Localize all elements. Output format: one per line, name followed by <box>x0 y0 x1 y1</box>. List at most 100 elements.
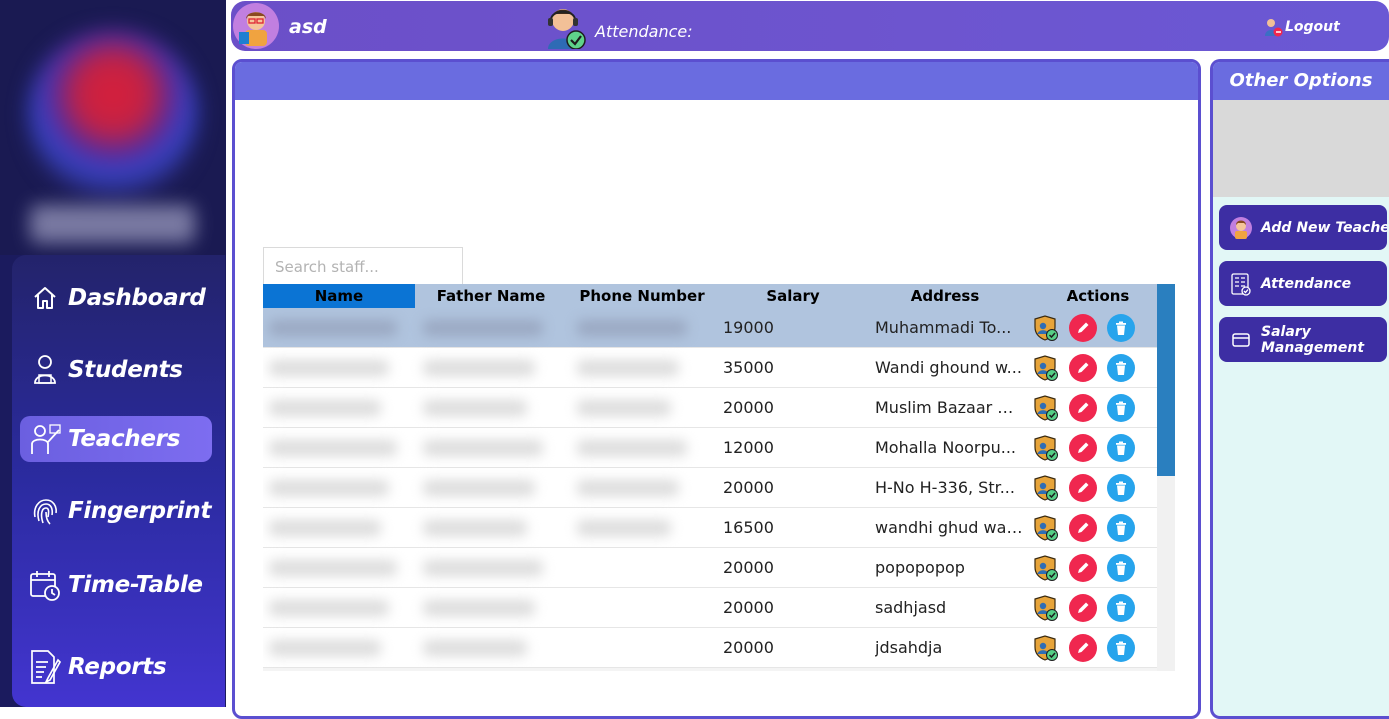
table-row[interactable]: 12000 Mohalla Noorpu... <box>263 428 1157 468</box>
sidebar-item-fingerprint[interactable]: Fingerprint <box>20 488 212 534</box>
table-row[interactable]: 20000 Muslim Bazaar N... <box>263 388 1157 428</box>
cell-salary: 20000 <box>723 598 774 617</box>
row-actions <box>1031 428 1145 468</box>
shield-user-icon <box>1034 395 1058 421</box>
row-actions <box>1031 388 1145 428</box>
column-header-phone[interactable]: Phone Number <box>567 284 717 308</box>
shield-user-icon <box>1034 355 1058 381</box>
trash-icon <box>1116 641 1126 655</box>
edit-button[interactable] <box>1069 514 1097 542</box>
pencil-icon <box>1078 362 1089 373</box>
sidebar-item-dashboard[interactable]: Dashboard <box>20 275 212 321</box>
table-scrollbar[interactable] <box>1157 284 1175 671</box>
delete-button[interactable] <box>1107 554 1135 582</box>
sidebar-item-students[interactable]: Students <box>20 347 212 393</box>
edit-button[interactable] <box>1069 554 1097 582</box>
delete-button[interactable] <box>1107 434 1135 462</box>
view-details-button[interactable] <box>1031 434 1059 462</box>
table-row[interactable]: 20000 H-No H-336, Str... <box>263 468 1157 508</box>
cell-name-redacted <box>269 520 381 536</box>
table-row[interactable]: 19000 Muhammadi To... <box>263 308 1157 348</box>
sidebar: Dashboard Students Teachers Fingerprint … <box>0 0 226 707</box>
column-header-address[interactable]: Address <box>875 284 1015 308</box>
edit-button[interactable] <box>1069 354 1097 382</box>
sidebar-nav: Dashboard Students Teachers Fingerprint … <box>12 255 225 707</box>
cell-father-name-redacted <box>423 400 527 416</box>
shield-user-icon <box>1034 315 1058 341</box>
edit-button[interactable] <box>1069 314 1097 342</box>
table-row[interactable]: 20000 popopopop <box>263 548 1157 588</box>
cell-father-name-redacted <box>423 560 543 576</box>
salary-management-button[interactable]: Salary Management <box>1219 317 1387 362</box>
student-icon <box>26 351 64 389</box>
trash-icon <box>1116 521 1126 535</box>
delete-button[interactable] <box>1107 514 1135 542</box>
cell-phone-redacted <box>577 360 679 376</box>
table-row[interactable]: 20000 sadhjasd <box>263 588 1157 628</box>
attendance-button[interactable]: Attendance <box>1219 261 1387 306</box>
row-actions <box>1031 508 1145 548</box>
table-row[interactable]: 16500 wandhi ghud wal... <box>263 508 1157 548</box>
edit-button[interactable] <box>1069 594 1097 622</box>
delete-button[interactable] <box>1107 314 1135 342</box>
delete-button[interactable] <box>1107 594 1135 622</box>
edit-button[interactable] <box>1069 394 1097 422</box>
staff-table: Name Father Name Phone Number Salary Add… <box>263 284 1175 671</box>
delete-button[interactable] <box>1107 354 1135 382</box>
sidebar-item-reports[interactable]: Reports <box>20 644 212 690</box>
search-staff-input[interactable] <box>263 247 463 287</box>
view-details-button[interactable] <box>1031 634 1059 662</box>
fingerprint-icon <box>26 492 64 530</box>
trash-icon <box>1116 361 1126 375</box>
column-header-name[interactable]: Name <box>263 284 415 308</box>
view-details-button[interactable] <box>1031 594 1059 622</box>
column-header-salary[interactable]: Salary <box>733 284 853 308</box>
cell-name-redacted <box>269 600 389 616</box>
delete-button[interactable] <box>1107 634 1135 662</box>
sidebar-item-time-table[interactable]: Time-Table <box>20 562 212 608</box>
view-details-button[interactable] <box>1031 474 1059 502</box>
logout-button[interactable]: Logout <box>1263 17 1340 37</box>
cell-address: H-No H-336, Str... <box>875 478 1015 497</box>
cell-name-redacted <box>269 440 397 456</box>
cell-address: Mohalla Noorpu... <box>875 438 1016 457</box>
pencil-icon <box>1078 642 1089 653</box>
view-details-button[interactable] <box>1031 514 1059 542</box>
cell-salary: 20000 <box>723 398 774 417</box>
edit-button[interactable] <box>1069 634 1097 662</box>
cell-name-redacted <box>269 480 389 496</box>
delete-button[interactable] <box>1107 474 1135 502</box>
row-actions <box>1031 468 1145 508</box>
cell-phone-redacted <box>577 520 671 536</box>
pencil-icon <box>1078 322 1089 333</box>
view-details-button[interactable] <box>1031 394 1059 422</box>
sidebar-item-label: Fingerprint <box>68 498 212 524</box>
cell-address: Muslim Bazaar N... <box>875 398 1023 417</box>
shield-user-icon <box>1034 595 1058 621</box>
delete-button[interactable] <box>1107 394 1135 422</box>
attendance-label: Attendance <box>1261 275 1352 292</box>
column-header-father-name[interactable]: Father Name <box>415 284 567 308</box>
view-details-button[interactable] <box>1031 554 1059 582</box>
cell-name-redacted <box>269 560 397 576</box>
view-details-button[interactable] <box>1031 354 1059 382</box>
table-row[interactable]: 35000 Wandi ghound w... <box>263 348 1157 388</box>
cell-salary: 20000 <box>723 478 774 497</box>
edit-button[interactable] <box>1069 434 1097 462</box>
row-actions <box>1031 308 1145 348</box>
cell-name-redacted <box>269 360 389 376</box>
add-new-teacher-button[interactable]: Add New Teacher <box>1219 205 1387 250</box>
user-avatar[interactable] <box>233 3 279 49</box>
view-details-button[interactable] <box>1031 314 1059 342</box>
edit-button[interactable] <box>1069 474 1097 502</box>
scrollbar-thumb[interactable] <box>1157 284 1175 476</box>
cell-salary: 19000 <box>723 318 774 337</box>
cell-salary: 20000 <box>723 558 774 577</box>
teacher-avatar-icon <box>1229 216 1253 240</box>
sidebar-item-teachers[interactable]: Teachers <box>20 416 212 462</box>
table-row[interactable]: 20000 jdsahdja <box>263 628 1157 668</box>
shield-user-icon <box>1034 635 1058 661</box>
school-logo <box>0 0 226 255</box>
trash-icon <box>1116 561 1126 575</box>
cell-father-name-redacted <box>423 320 543 336</box>
